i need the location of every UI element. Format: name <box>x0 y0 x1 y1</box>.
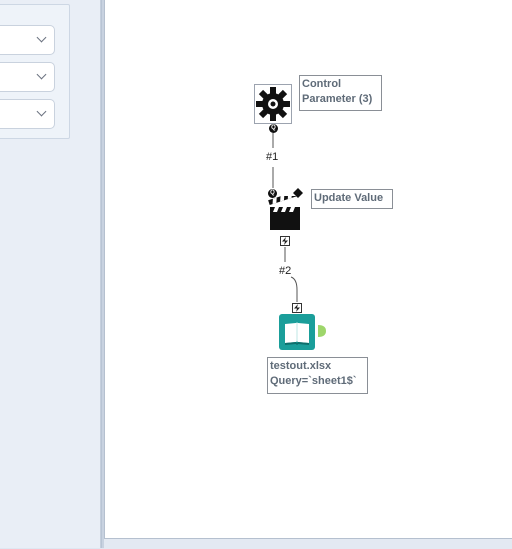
control-parameter-tool[interactable] <box>254 84 292 124</box>
update-value-output-anchor[interactable] <box>280 236 290 246</box>
control-label-line2: Parameter (3) <box>302 93 373 105</box>
connection-label-2: #2 <box>279 265 292 277</box>
update-value-tool[interactable] <box>268 191 304 232</box>
input-data-input-anchor[interactable] <box>292 303 302 313</box>
dropdown-3[interactable] <box>0 99 55 129</box>
input-data-label-line1: testout.xlsx <box>270 360 332 372</box>
input-data-label-line2: Query=`sheet1$` <box>270 375 357 387</box>
input-data-tool[interactable] <box>279 314 315 350</box>
control-parameter-annotation: Control Parameter (3) <box>299 75 382 111</box>
control-label-line1: Control <box>302 78 342 90</box>
gear-icon <box>256 87 290 121</box>
workflow-canvas[interactable]: Q Control Parameter (3) #1 Q Update Valu… <box>104 0 512 538</box>
properties-group <box>0 4 70 139</box>
chevron-down-icon <box>36 69 47 80</box>
dropdown-1[interactable] <box>0 25 55 55</box>
connection-line-2b <box>290 276 298 302</box>
update-value-annotation: Update Value <box>311 189 393 209</box>
input-data-annotation: testout.xlsx Query=`sheet1$` <box>267 357 368 394</box>
dropdown-2[interactable] <box>0 62 55 92</box>
chevron-down-icon <box>36 32 47 43</box>
update-value-label: Update Value <box>314 192 384 204</box>
connection-label-1: #1 <box>266 151 279 163</box>
horizontal-scrollbar[interactable] <box>104 538 512 549</box>
book-icon <box>285 322 309 345</box>
input-data-output-anchor[interactable] <box>318 325 326 337</box>
configuration-panel <box>0 0 101 548</box>
control-output-anchor[interactable]: Q <box>269 124 278 133</box>
clapperboard-icon <box>268 191 300 230</box>
lightning-icon <box>282 237 288 245</box>
chevron-down-icon <box>36 106 47 117</box>
lightning-icon <box>294 304 300 312</box>
